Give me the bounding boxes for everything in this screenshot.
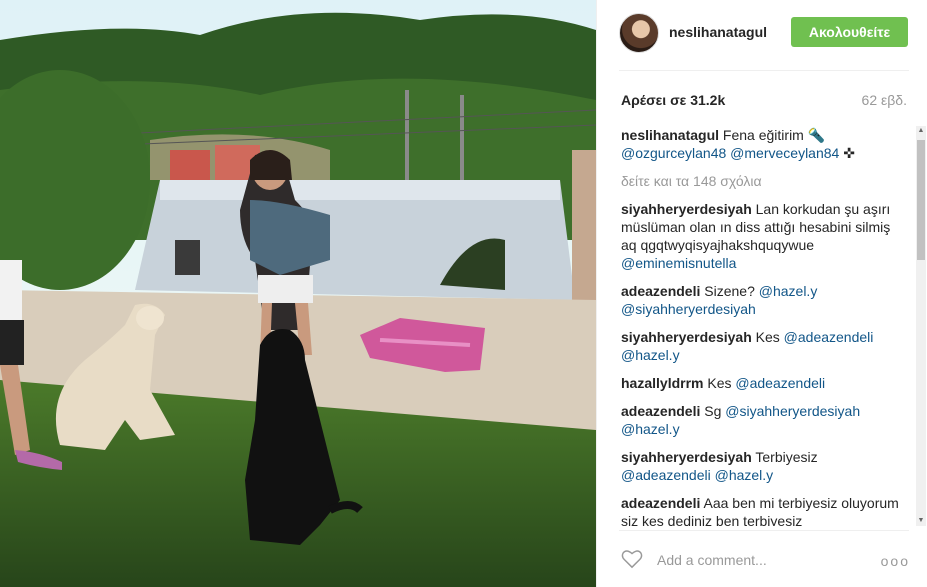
post-username[interactable]: neslihanatagul xyxy=(669,24,767,40)
caption: neslihanatagul Fena eğitirim 🔦 @ozgurcey… xyxy=(621,126,901,162)
caption-text: Fena eğitirim xyxy=(722,127,804,143)
post-footer: ooo xyxy=(597,531,927,587)
comment-text: Kes xyxy=(755,329,780,345)
comment-username[interactable]: adeazendeli xyxy=(621,283,700,299)
heart-icon[interactable] xyxy=(621,549,643,569)
comment-username[interactable]: siyahheryerdesiyah xyxy=(621,329,752,345)
post-header: neslihanatagul Ακολουθείτε xyxy=(597,0,927,70)
comment-mentions[interactable]: @eminemisnutella xyxy=(621,255,736,271)
comment-item: adeazendeli Sg @siyahheryerdesiyah @haze… xyxy=(621,402,901,438)
comment-text: Terbiyesiz xyxy=(755,449,818,465)
comment-username[interactable]: siyahheryerdesiyah xyxy=(621,201,752,217)
comment-username[interactable]: hazallyldrrm xyxy=(621,375,703,391)
add-comment-input[interactable] xyxy=(655,549,859,571)
comment-item: siyahheryerdesiyah Terbiyesiz @adeazende… xyxy=(621,448,901,484)
comment-item: hazallyldrrm Kes @adeazendeli xyxy=(621,374,901,392)
comment-mentions[interactable]: @adeazendeli xyxy=(735,375,825,391)
scroll-up-icon[interactable]: ▲ xyxy=(916,126,926,136)
header-divider xyxy=(619,70,909,71)
comment-item: adeazendeli Aaa ben mi terbiyesiz oluyor… xyxy=(621,494,901,526)
comment-text: Sg xyxy=(704,403,722,419)
post-age[interactable]: 62 εβδ. xyxy=(862,92,907,108)
caption-mention[interactable]: @merveceylan84 xyxy=(730,145,839,161)
avatar[interactable] xyxy=(619,13,659,53)
comment-mentions[interactable]: @adeazendeli @hazel.y xyxy=(621,467,773,483)
comment-username[interactable]: siyahheryerdesiyah xyxy=(621,449,752,465)
comment-text: Kes xyxy=(707,375,732,391)
more-options-icon[interactable]: ooo xyxy=(881,553,910,569)
caption-username[interactable]: neslihanatagul xyxy=(621,127,719,143)
post-photo[interactable] xyxy=(0,0,596,587)
comments-scrollbar[interactable]: ▲ ▼ xyxy=(916,126,926,526)
comment-item: siyahheryerdesiyah Lan korkudan şu aşırı… xyxy=(621,200,901,272)
likes-count[interactable]: Αρέσει σε 31.2k xyxy=(621,92,725,108)
scroll-down-icon[interactable]: ▼ xyxy=(916,516,926,526)
caption-mention[interactable]: @ozgurceylan48 xyxy=(621,145,726,161)
comment-username[interactable]: adeazendeli xyxy=(621,495,700,511)
comment-text: Sizene? xyxy=(704,283,755,299)
scrollbar-thumb[interactable] xyxy=(917,140,925,260)
comment-username[interactable]: adeazendeli xyxy=(621,403,700,419)
comment-item: siyahheryerdesiyah Kes @adeazendeli @haz… xyxy=(621,328,901,364)
post-details-panel: neslihanatagul Ακολουθείτε Αρέσει σε 31.… xyxy=(596,0,927,587)
load-more-comments-link[interactable]: δείτε και τα 148 σχόλια xyxy=(621,172,901,190)
following-button[interactable]: Ακολουθείτε xyxy=(791,17,908,47)
cross-icon: ✜ xyxy=(843,145,855,161)
comments-list: neslihanatagul Fena eğitirim 🔦 @ozgurcey… xyxy=(621,126,901,526)
flashlight-icon: 🔦 xyxy=(807,127,826,143)
photo-illustration xyxy=(0,0,596,587)
comment-item: adeazendeli Sizene? @hazel.y @siyahherye… xyxy=(621,282,901,318)
